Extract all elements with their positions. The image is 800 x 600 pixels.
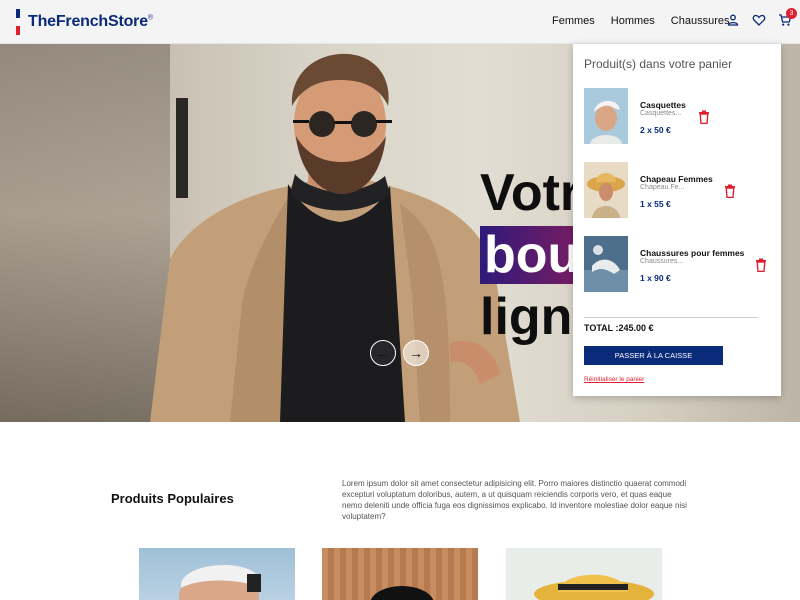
cart-count-badge: 3 — [786, 8, 797, 19]
cart-dropdown: Produit(s) dans votre panier Casquettes … — [573, 44, 781, 396]
cart-item-price: 1 x 55 € — [640, 199, 671, 209]
trash-icon[interactable] — [724, 184, 736, 199]
site-header: TheFrenchStore® Femmes Hommes Chaussures… — [0, 0, 800, 44]
cart-item-subtitle: Chaussures... — [640, 258, 684, 265]
brand-mark: ® — [147, 14, 153, 22]
arrow-left-icon: ← — [376, 345, 390, 361]
logo[interactable]: TheFrenchStore® — [16, 9, 153, 36]
carousel-next-button[interactable]: → — [403, 340, 429, 366]
cart-item-image — [584, 162, 628, 218]
user-icon[interactable] — [726, 13, 740, 27]
cart-item-image — [584, 88, 628, 144]
section-description: Lorem ipsum dolor sit amet consectetur a… — [342, 479, 687, 521]
checkout-button[interactable]: PASSER À LA CAISSE — [584, 346, 723, 365]
cart-item: Chaussures pour femmes Chaussures... 1 x… — [584, 236, 774, 292]
main-nav: Femmes Hommes Chaussures — [552, 15, 730, 27]
flag-icon — [16, 9, 20, 36]
section-title: Produits Populaires — [111, 491, 234, 506]
cart-divider — [584, 317, 758, 318]
product-card-image[interactable] — [506, 548, 662, 600]
reset-cart-link[interactable]: Réinitialiser le panier — [584, 376, 644, 383]
cart-item-price: 2 x 50 € — [640, 125, 671, 135]
cart-item-name[interactable]: Chapeau Femmes — [640, 174, 713, 184]
cart-item-name[interactable]: Casquettes — [640, 100, 686, 110]
cart-icon[interactable]: 3 — [778, 8, 797, 27]
cart-item-name[interactable]: Chaussures pour femmes — [640, 248, 744, 258]
product-card-image[interactable] — [322, 548, 478, 600]
cart-item: Casquettes Casquettes... 2 x 50 € — [584, 88, 774, 144]
trash-icon[interactable] — [698, 110, 710, 125]
cart-item-image — [584, 236, 628, 292]
logo-text: TheFrenchStore® — [28, 13, 153, 31]
brand-name: TheFrenchStore — [28, 13, 148, 30]
cart-item: Chapeau Femmes Chapeau Fe... 1 x 55 € — [584, 162, 774, 218]
header-icons: 3 — [726, 8, 797, 27]
arrow-right-icon: → — [409, 345, 423, 361]
cart-title: Produit(s) dans votre panier — [584, 57, 733, 71]
heart-icon[interactable] — [752, 13, 766, 27]
trash-icon[interactable] — [755, 258, 767, 273]
nav-chaussures[interactable]: Chaussures — [671, 15, 730, 27]
nav-hommes[interactable]: Hommes — [611, 15, 655, 27]
cart-item-price: 1 x 90 € — [640, 273, 671, 283]
nav-femmes[interactable]: Femmes — [552, 15, 595, 27]
cart-item-subtitle: Chapeau Fe... — [640, 184, 685, 191]
hero-model-image — [150, 53, 520, 422]
product-card-image[interactable] — [139, 548, 295, 600]
cart-total: TOTAL :245.00 € — [584, 323, 654, 333]
hero-background — [0, 44, 170, 422]
cart-item-subtitle: Casquettes... — [640, 110, 682, 117]
carousel-prev-button[interactable]: ← — [370, 340, 396, 366]
